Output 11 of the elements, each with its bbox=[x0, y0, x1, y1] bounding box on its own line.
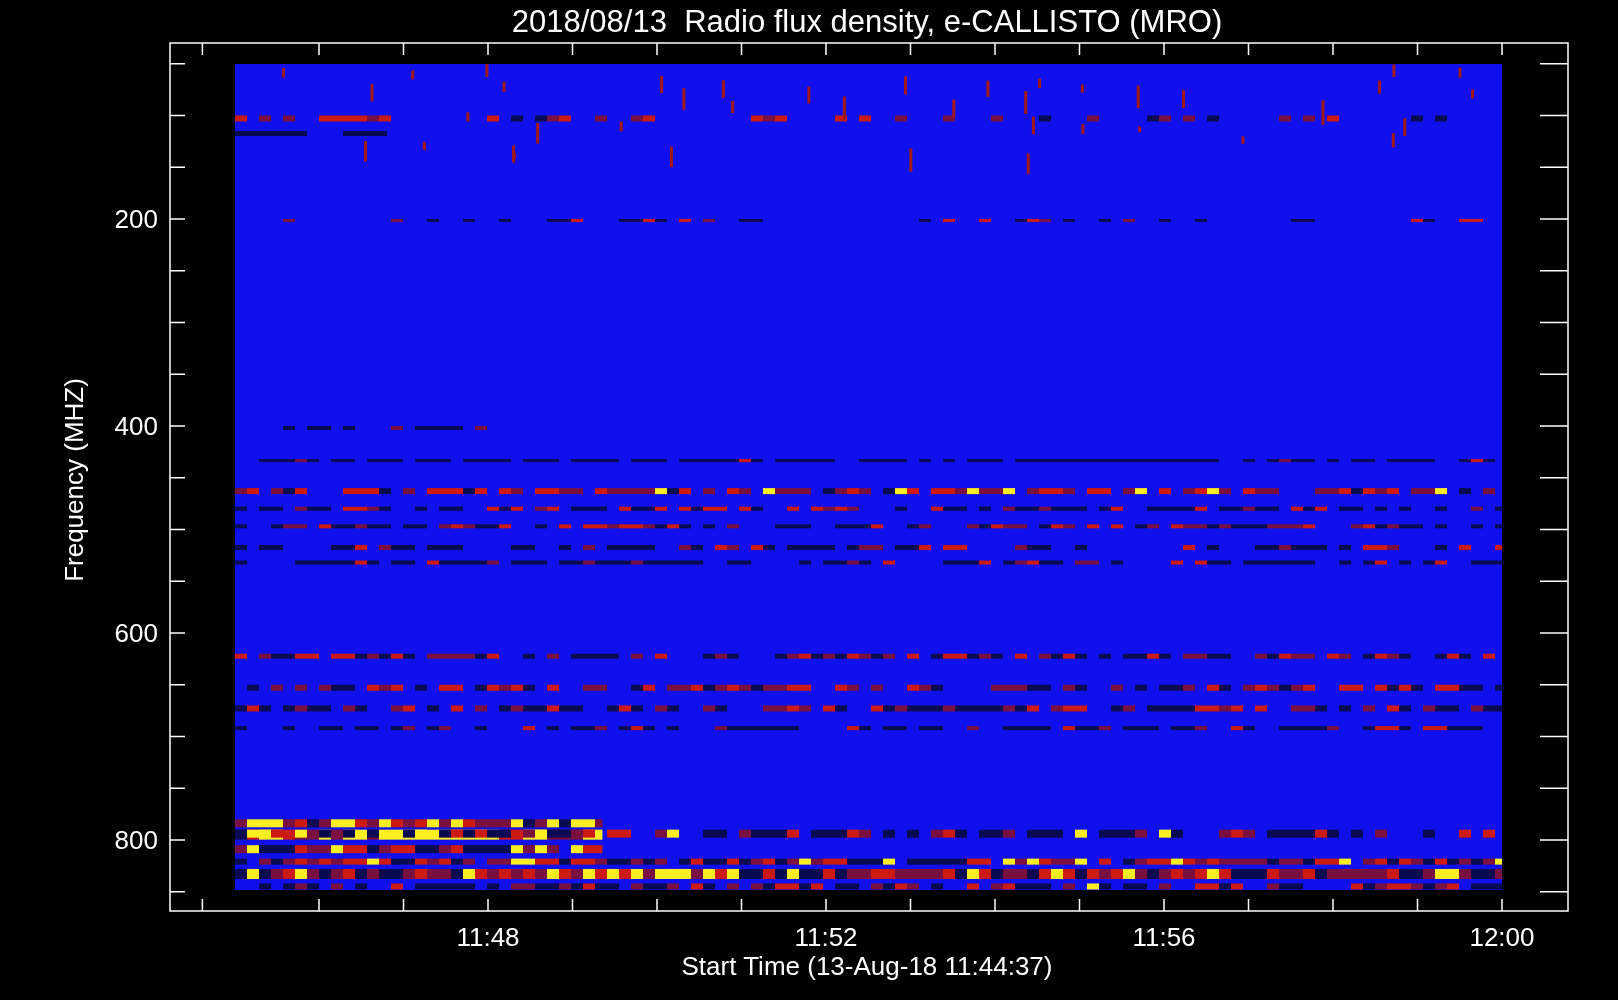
axis-title: Frequency (MHZ) bbox=[59, 378, 89, 582]
axis-tick-label: 600 bbox=[114, 618, 158, 648]
axis-tick-label: 400 bbox=[114, 411, 158, 441]
axis-tick-label: 800 bbox=[114, 825, 158, 855]
axis-title: Start Time (13-Aug-18 11:44:37) bbox=[681, 951, 1053, 981]
axis-tick-label: 200 bbox=[114, 204, 158, 234]
axis-tick-label: 11:56 bbox=[1132, 922, 1196, 952]
chart-title: 2018/08/13 Radio flux density, e-CALLISTO (MRO) bbox=[511, 4, 1223, 39]
axis-tick-label: 12:00 bbox=[1469, 922, 1535, 952]
axis-tick-label: 11:52 bbox=[794, 922, 858, 952]
axis-tick-label: 11:48 bbox=[456, 922, 520, 952]
